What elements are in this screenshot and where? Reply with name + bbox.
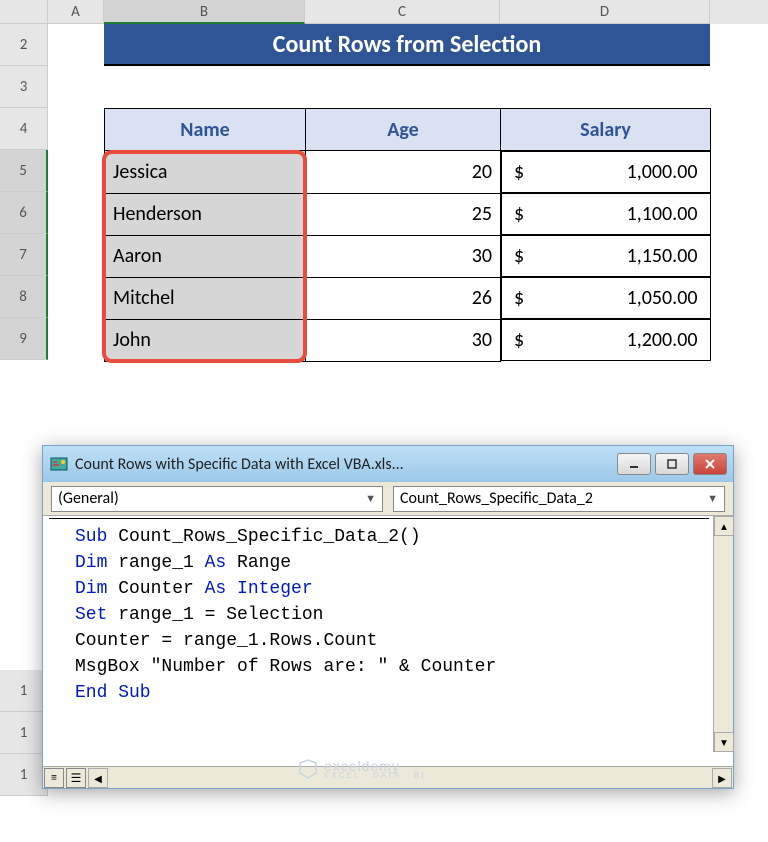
row-header-5[interactable]: 5 [0,150,48,192]
code-pane[interactable]: Sub Count_Rows_Specific_Data_2() Dim ran… [43,516,733,752]
row-header-6[interactable]: 6 [0,192,48,234]
watermark-icon [298,759,318,779]
row-header-partial[interactable]: 1 [0,670,48,712]
select-all-corner[interactable] [0,0,48,24]
currency-symbol: $ [510,244,524,268]
cell-age[interactable]: 30 [306,319,501,361]
cell-salary[interactable]: $1,000.00 [501,151,711,193]
row-header-2[interactable]: 2 [0,24,48,66]
data-table: Name Age Salary Jessica 20 $1,000.00 Hen… [104,108,711,362]
procedure-dropdown[interactable]: Count_Rows_Specific_Data_2 ▼ [393,486,725,512]
currency-symbol: $ [510,286,524,310]
vertical-scrollbar[interactable]: ▲ ▼ [713,516,733,752]
row-header-7[interactable]: 7 [0,234,48,276]
salary-value: 1,200.00 [627,328,702,352]
procedure-dropdown-value: Count_Rows_Specific_Data_2 [400,489,593,508]
table-row: Mitchel 26 $1,050.00 [105,277,711,319]
header-salary[interactable]: Salary [501,109,711,151]
vba-titlebar[interactable]: Count Rows with Specific Data with Excel… [43,446,733,482]
row-header-9[interactable]: 9 [0,318,48,360]
vba-editor-window: Count Rows with Specific Data with Excel… [42,445,734,789]
cell-age[interactable]: 20 [306,151,501,194]
table-header-row: Name Age Salary [105,109,711,151]
row-header-partial[interactable]: 1 [0,712,48,754]
watermark: exceldemy EXCEL · DATA · BI [298,758,425,780]
cell-name[interactable]: Aaron [105,235,306,277]
chevron-down-icon: ▼ [365,492,376,505]
cell-salary[interactable]: $1,100.00 [501,193,711,235]
procedure-view-button[interactable]: ≡ [44,768,64,788]
full-module-view-button[interactable]: ☰ [66,768,86,788]
watermark-tagline: EXCEL · DATA · BI [324,771,425,780]
salary-value: 1,100.00 [627,202,702,226]
currency-symbol: $ [510,160,524,184]
table-row: Henderson 25 $1,100.00 [105,193,711,235]
cell-name[interactable]: Mitchel [105,277,306,319]
salary-value: 1,050.00 [627,286,702,310]
object-dropdown[interactable]: (General) ▼ [51,486,383,512]
cell-name[interactable]: Henderson [105,193,306,235]
col-header-d[interactable]: D [500,0,710,24]
scroll-right-icon[interactable]: ▶ [712,768,732,788]
procedure-separator [49,518,709,519]
currency-symbol: $ [510,328,524,352]
maximize-button[interactable] [655,453,689,475]
table-row: John 30 $1,200.00 [105,319,711,361]
table-row: Aaron 30 $1,150.00 [105,235,711,277]
row-header-8[interactable]: 8 [0,276,48,318]
row-header-partial[interactable]: 1 [0,754,48,796]
row-header-3[interactable]: 3 [0,66,48,108]
cell-salary[interactable]: $1,050.00 [501,277,711,319]
scroll-left-icon[interactable]: ◀ [88,768,108,788]
scroll-up-icon[interactable]: ▲ [714,516,734,536]
lower-row-headers: 1 1 1 [0,670,48,796]
col-header-a[interactable]: A [48,0,104,24]
col-header-c[interactable]: C [305,0,500,24]
cell-age[interactable]: 26 [306,277,501,319]
salary-value: 1,000.00 [627,160,702,184]
cell-name[interactable]: John [105,319,306,361]
vba-title-text: Count Rows with Specific Data with Excel… [75,455,404,474]
currency-symbol: $ [510,202,524,226]
header-age[interactable]: Age [306,109,501,151]
close-button[interactable] [693,453,727,475]
cell-salary[interactable]: $1,150.00 [501,235,711,277]
cell-salary[interactable]: $1,200.00 [501,319,711,361]
cell-age[interactable]: 30 [306,235,501,277]
spreadsheet: A B C D 2 3 4 5 6 7 8 9 Count Rows from … [0,0,768,360]
vba-dropdowns: (General) ▼ Count_Rows_Specific_Data_2 ▼ [43,482,733,516]
scroll-down-icon[interactable]: ▼ [714,732,734,752]
object-dropdown-value: (General) [58,489,119,508]
cell-age[interactable]: 25 [306,193,501,235]
column-headers: A B C D [0,0,768,24]
chevron-down-icon: ▼ [707,492,718,505]
table-row: Jessica 20 $1,000.00 [105,151,711,194]
row-header-4[interactable]: 4 [0,108,48,150]
sheet-title[interactable]: Count Rows from Selection [104,24,710,66]
salary-value: 1,150.00 [627,244,702,268]
vba-app-icon [49,454,69,474]
header-name[interactable]: Name [105,109,306,151]
col-header-b[interactable]: B [104,0,305,24]
minimize-button[interactable] [617,453,651,475]
cell-name[interactable]: Jessica [105,151,306,194]
